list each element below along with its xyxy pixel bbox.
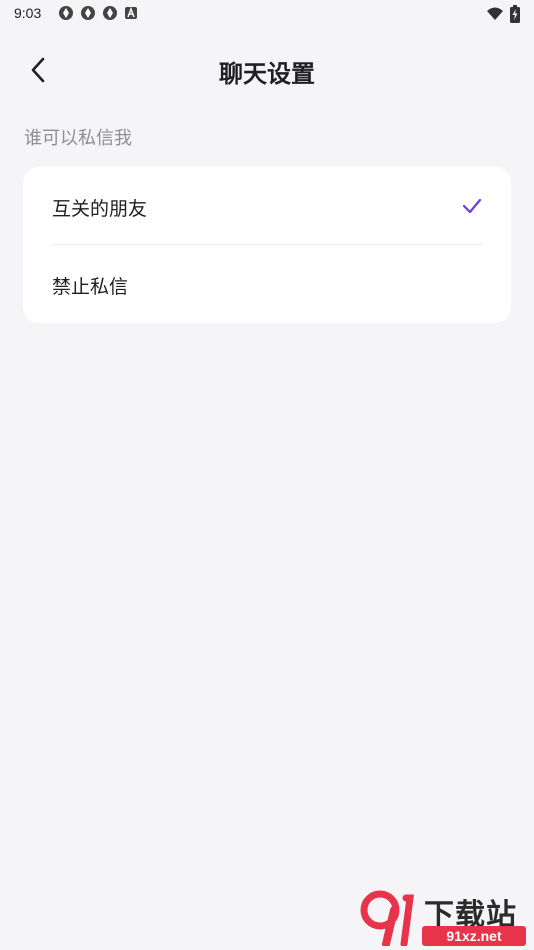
a-badge-icon <box>125 6 137 19</box>
message-permission-card: 互关的朋友 禁止私信 <box>23 167 511 323</box>
wifi-icon <box>487 7 503 20</box>
status-system-icons <box>486 5 520 23</box>
status-bar: 9:03 <box>0 0 534 28</box>
watermark-url: 91xz.net <box>422 926 526 946</box>
circle-badge-icon <box>103 6 117 20</box>
option-disable-messages[interactable]: 禁止私信 <box>23 245 511 323</box>
watermark-logo: 下载站 91xz.net <box>358 890 530 946</box>
circle-badge-icon <box>59 6 73 20</box>
page-title: 聊天设置 <box>219 60 315 88</box>
checkmark-icon <box>462 198 482 214</box>
nav-header: 聊天设置 <box>0 40 534 100</box>
circle-badge-icon <box>81 6 95 20</box>
option-label: 禁止私信 <box>52 276 129 298</box>
option-mutual-friends[interactable]: 互关的朋友 <box>23 167 511 245</box>
status-notification-icons <box>58 5 138 21</box>
watermark-91-logo-icon <box>360 890 414 946</box>
section-label: 谁可以私信我 <box>24 128 132 149</box>
option-label: 互关的朋友 <box>52 198 148 220</box>
battery-charging-icon <box>510 5 520 23</box>
status-time: 9:03 <box>14 5 42 21</box>
